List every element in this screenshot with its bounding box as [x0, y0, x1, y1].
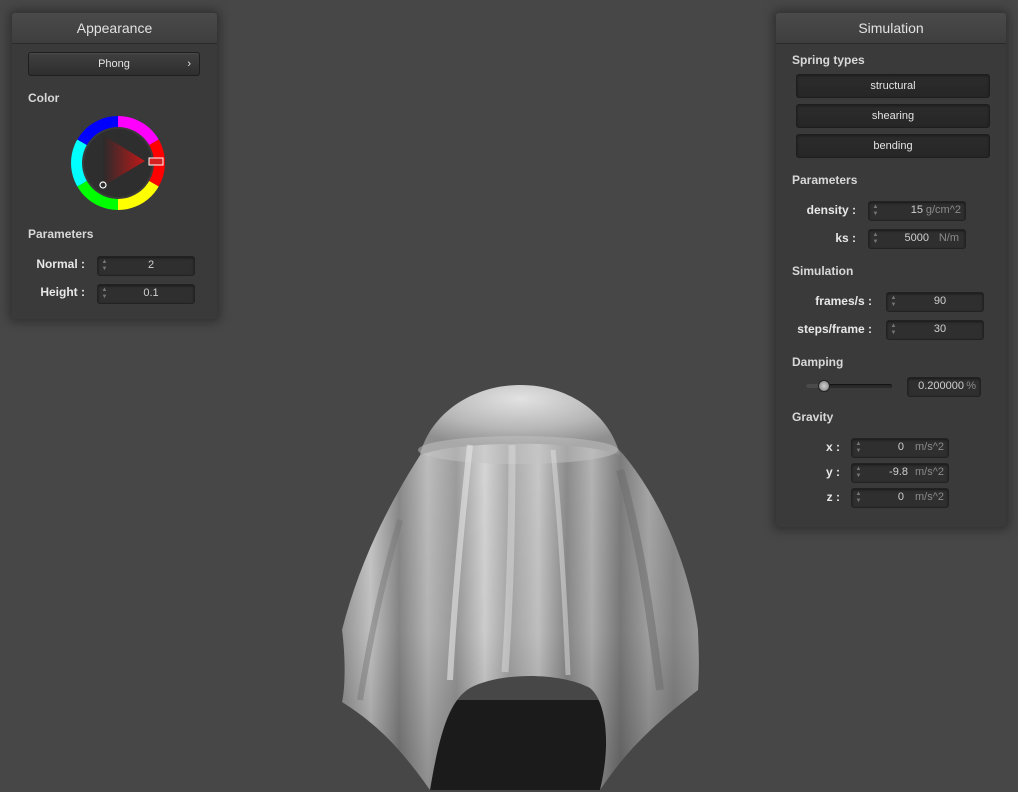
- gravity-x-input[interactable]: ▲ ▼ 0 m/s^2: [851, 438, 949, 458]
- gravity-z-value: 0: [897, 491, 904, 503]
- steps-per-frame-label: steps/frame :: [797, 322, 872, 336]
- shader-select-value: Phong: [98, 58, 130, 70]
- damping-unit: %: [966, 380, 976, 392]
- simulation-panel: Simulation Spring types structural shear…: [776, 13, 1006, 527]
- gravity-y-value: -9.8: [889, 466, 908, 478]
- shearing-button[interactable]: shearing: [796, 104, 990, 128]
- spring-types-label: Spring types: [792, 53, 865, 67]
- steps-per-frame-value: 30: [933, 323, 947, 335]
- shader-select[interactable]: Phong ›: [28, 52, 200, 76]
- chevron-right-icon: ›: [187, 58, 191, 70]
- appearance-panel: Appearance Phong › Color Parameters Norm…: [12, 13, 217, 319]
- density-value: 15: [910, 204, 923, 216]
- density-label: density :: [806, 203, 856, 217]
- damping-input[interactable]: 0.200000 %: [907, 377, 981, 397]
- density-input[interactable]: ▲ ▼ 15 g/cm^2: [868, 201, 966, 221]
- ks-input[interactable]: ▲ ▼ 5000 N/m: [868, 229, 966, 249]
- gravity-y-label: y :: [825, 465, 840, 479]
- gravity-z-unit: m/s^2: [915, 491, 944, 503]
- gravity-z-input[interactable]: ▲ ▼ 0 m/s^2: [851, 488, 949, 508]
- gravity-x-unit: m/s^2: [915, 441, 944, 453]
- appearance-panel-title: Appearance: [12, 13, 217, 44]
- simulation-panel-title: Simulation: [776, 13, 1006, 44]
- gravity-x-label: x :: [825, 440, 840, 454]
- normal-value: 2: [147, 259, 155, 271]
- spinner-icon[interactable]: ▲ ▼: [890, 323, 897, 337]
- hue-selector-handle[interactable]: [148, 157, 164, 166]
- spinner-icon[interactable]: ▲ ▼: [101, 259, 108, 273]
- parameters-group-label: Parameters: [28, 227, 94, 241]
- simulation-group-label: Simulation: [792, 264, 854, 278]
- gravity-z-label: z :: [826, 490, 840, 504]
- normal-label: Normal :: [36, 257, 85, 271]
- height-input[interactable]: ▲ ▼ 0.1: [97, 284, 195, 304]
- color-group-label: Color: [28, 91, 60, 105]
- normal-input[interactable]: ▲ ▼ 2: [97, 256, 195, 276]
- structural-button[interactable]: structural: [796, 74, 990, 98]
- frames-per-second-value: 90: [933, 295, 947, 307]
- spinner-icon[interactable]: ▲ ▼: [855, 491, 862, 505]
- spinner-icon[interactable]: ▲ ▼: [890, 295, 897, 309]
- height-value: 0.1: [143, 287, 159, 299]
- ks-label: ks :: [835, 231, 856, 245]
- bending-button[interactable]: bending: [796, 134, 990, 158]
- density-unit: g/cm^2: [925, 204, 961, 216]
- frames-per-second-label: frames/s :: [815, 294, 872, 308]
- gravity-y-input[interactable]: ▲ ▼ -9.8 m/s^2: [851, 463, 949, 483]
- spinner-icon[interactable]: ▲ ▼: [101, 287, 108, 301]
- gravity-label: Gravity: [792, 410, 834, 424]
- cloth-mesh: [342, 384, 699, 790]
- frames-per-second-input[interactable]: ▲ ▼ 90: [886, 292, 984, 312]
- spinner-icon[interactable]: ▲ ▼: [872, 232, 879, 246]
- color-wheel[interactable]: [70, 115, 166, 211]
- damping-slider[interactable]: [806, 379, 892, 392]
- height-label: Height :: [40, 285, 85, 299]
- spinner-icon[interactable]: ▲ ▼: [872, 204, 879, 218]
- ks-unit: N/m: [938, 232, 959, 244]
- sim-parameters-label: Parameters: [792, 173, 858, 187]
- damping-value: 0.200000: [918, 380, 964, 392]
- damping-slider-knob[interactable]: [818, 380, 831, 392]
- ks-value: 5000: [904, 232, 929, 244]
- gravity-y-unit: m/s^2: [915, 466, 944, 478]
- steps-per-frame-input[interactable]: ▲ ▼ 30: [886, 320, 984, 340]
- spinner-icon[interactable]: ▲ ▼: [855, 466, 862, 480]
- damping-label: Damping: [792, 355, 844, 369]
- spinner-icon[interactable]: ▲ ▼: [855, 441, 862, 455]
- gravity-x-value: 0: [897, 441, 904, 453]
